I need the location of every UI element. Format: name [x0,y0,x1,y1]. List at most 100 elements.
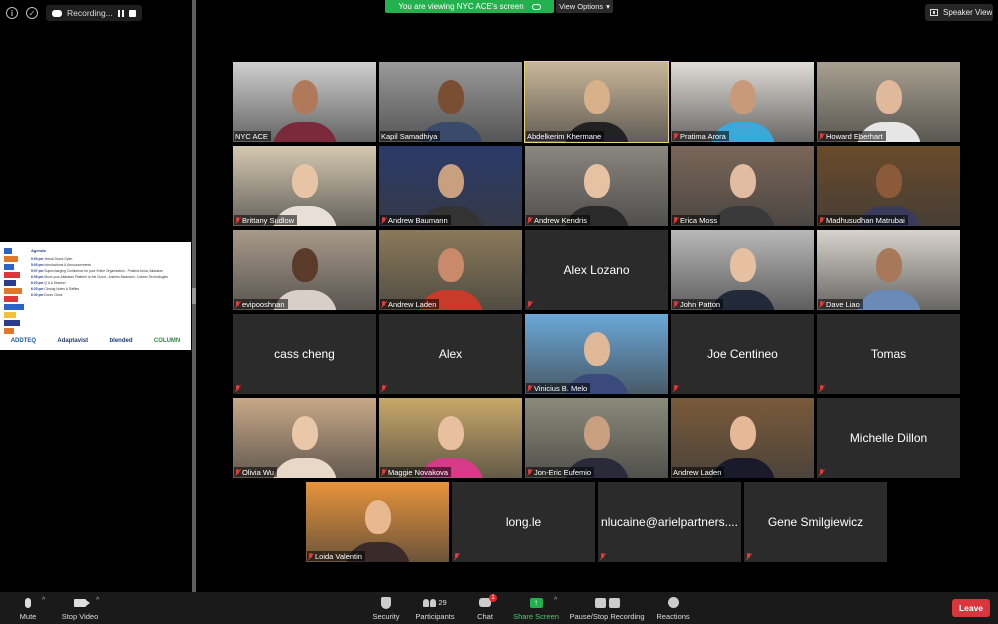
video-options-chevron-icon[interactable]: ^ [96,597,99,604]
shield-icon [381,596,391,609]
meeting-info-bar: i ✓ Recording... [6,5,142,21]
audio-options-chevron-icon[interactable]: ^ [42,597,45,604]
participant-tile[interactable]: NYC ACE [233,62,376,142]
share-options-chevron-icon[interactable]: ^ [554,597,557,604]
reactions-button[interactable]: Reactions [655,592,691,624]
participant-tile[interactable]: Olivia Wu [233,398,376,478]
security-button[interactable]: Security [369,592,403,624]
participant-tile[interactable]: Abdelkerim Khermane [524,61,669,143]
muted-microphone-icon [600,552,605,560]
chat-button[interactable]: 1 Chat [472,592,498,624]
pause-recording-icon[interactable] [117,9,124,17]
participant-tile[interactable]: Alex Lozano [525,230,668,310]
participant-name: John Patton [680,299,721,309]
participant-tile[interactable]: Gene Smilgiewicz [744,482,887,562]
participant-tile[interactable]: Maggie Novakova [379,398,522,478]
participant-tile[interactable]: Alex [379,314,522,394]
participant-face [875,163,902,198]
participant-display-name: Joe Centineo [707,347,778,361]
participant-name-label [234,383,243,393]
participant-tile[interactable]: Andrew Kendris [525,146,668,226]
muted-microphone-icon [235,384,240,392]
stop-recording-icon[interactable] [128,9,136,17]
participant-tile[interactable]: cass cheng [233,314,376,394]
participant-tile[interactable]: Howard Eberhart [817,62,960,142]
participant-name-label [599,551,608,561]
participant-display-name: nlucaine@arielpartners.... [601,515,738,529]
participant-face [729,79,756,114]
participant-name-label [672,383,681,393]
participant-name: Olivia Wu [242,467,274,477]
participant-tile[interactable]: Vinicius B. Melo [525,314,668,394]
participant-tile[interactable]: Madhusudhan Matrubai [817,146,960,226]
share-screen-button[interactable]: ↑ Share Screen [512,592,560,624]
participant-name-label: Brittany Sudlow [234,215,298,225]
participant-name-label [526,299,535,309]
agenda-text: Move your Atlassian Platform to the Clou… [44,275,169,279]
panel-resize-divider[interactable] [192,0,196,592]
pause-stop-icon [594,597,620,608]
participant-name: NYC ACE [235,131,268,141]
participants-button[interactable]: 29 Participants [413,592,457,624]
divider-grip[interactable] [192,288,196,304]
participant-tile[interactable]: Jon-Eric Eufemio [525,398,668,478]
muted-microphone-icon [235,468,240,476]
muted-microphone-icon [308,552,313,560]
participant-tile[interactable]: Andrew Laden [671,398,814,478]
info-icon[interactable]: i [6,7,18,19]
participant-tile[interactable]: Kapil Samadhiya [379,62,522,142]
participant-tile[interactable]: Michelle Dillon [817,398,960,478]
participant-display-name: long.le [505,515,542,529]
participant-name-label: Kapil Samadhiya [380,131,441,141]
participant-name: Brittany Sudlow [242,215,295,225]
participant-tile[interactable]: Pratima Arora [671,62,814,142]
mute-button[interactable]: Mute [14,592,42,624]
participant-name-label: Andrew Kendris [526,215,590,225]
participant-tile[interactable]: evipooshnan [233,230,376,310]
participant-name-label: Pratima Arora [672,131,729,141]
participant-name-label [818,383,827,393]
participant-tile[interactable]: Erica Moss [671,146,814,226]
participant-tile[interactable]: long.le [452,482,595,562]
participant-tile[interactable]: Joe Centineo [671,314,814,394]
emoji-reaction-icon [667,597,679,608]
participant-tile[interactable]: Tomas [817,314,960,394]
sponsor-logo: ADDTEQ [10,338,37,344]
pause-stop-label: Pause/Stop Recording [569,612,645,621]
participants-icon [423,598,437,607]
participant-name: Howard Eberhart [826,131,883,141]
participant-name-label: NYC ACE [234,131,271,141]
participant-face [437,415,464,450]
participant-tile[interactable]: Dave Liao [817,230,960,310]
chevron-down-icon: ▾ [606,2,610,11]
shield-check-icon[interactable]: ✓ [26,7,38,19]
participant-tile[interactable]: Loida Valentin [306,482,449,562]
stop-video-label: Stop Video [61,612,99,621]
participant-name: Andrew Kendris [534,215,587,225]
participant-name-label: Andrew Baumann [380,215,451,225]
cloud-recording-icon [52,9,62,17]
muted-microphone-icon [235,300,240,308]
leave-button[interactable]: Leave [952,599,990,617]
participant-face [583,163,610,198]
pause-stop-recording-button[interactable]: Pause/Stop Recording [568,592,646,624]
participant-tile[interactable]: Brittany Sudlow [233,146,376,226]
shared-slide-thumbnail[interactable]: Agenda 5:00 pm Virtual Doors Open 5:05 pm… [0,242,191,350]
participant-tile[interactable]: Andrew Baumann [379,146,522,226]
muted-microphone-icon [673,216,678,224]
view-options-label: View Options [559,2,604,11]
sponsor-logo: Adaptavist [57,338,89,344]
agenda-text: Supercharging Confluence for your Entire… [44,269,163,273]
view-options-button[interactable]: View Options ▾ [556,0,613,13]
participant-name-label: Howard Eberhart [818,131,886,141]
muted-microphone-icon [819,468,824,476]
agenda-time: 6:30 pm [31,293,44,297]
muted-microphone-icon [673,384,678,392]
share-screen-label: Share Screen [513,612,559,621]
muted-microphone-icon [381,468,386,476]
participant-tile[interactable]: John Patton [671,230,814,310]
speaker-view-button[interactable]: Speaker View [925,4,993,21]
participant-tile[interactable]: nlucaine@arielpartners.... [598,482,741,562]
participant-name: Loida Valentin [315,551,362,561]
participant-tile[interactable]: Andrew Laden [379,230,522,310]
